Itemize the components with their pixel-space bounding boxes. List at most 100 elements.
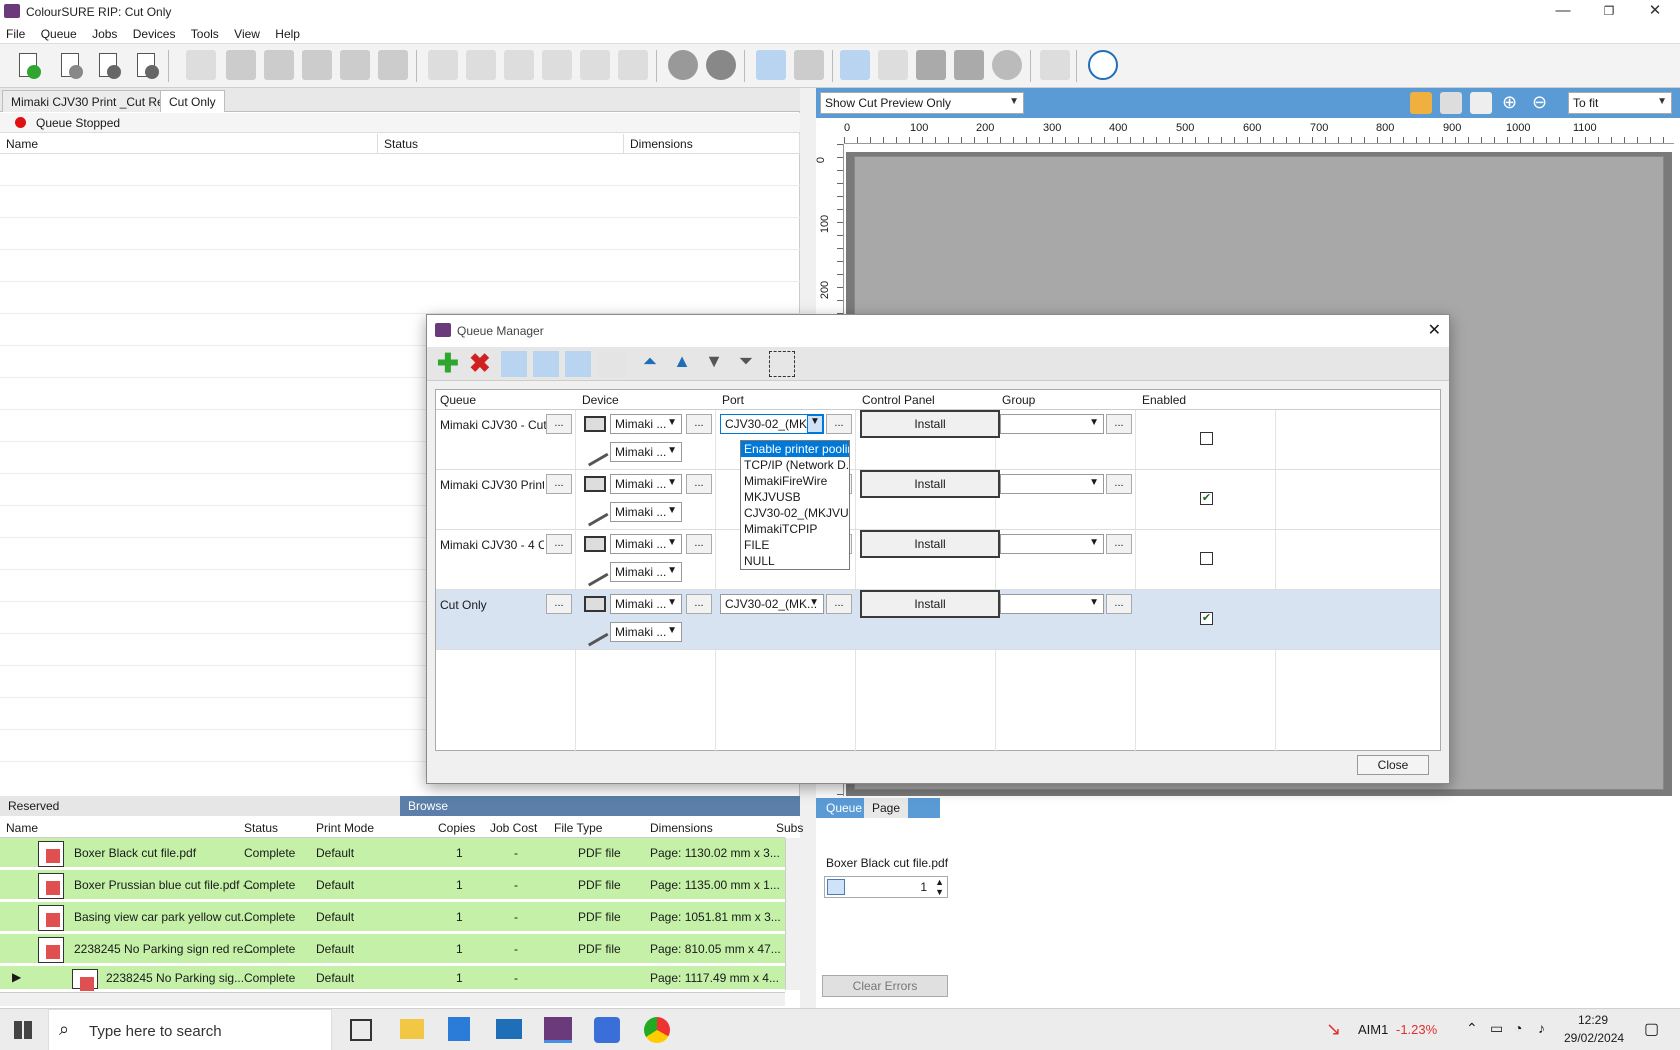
remove-selection-icon[interactable] <box>769 351 795 377</box>
enabled-checkbox[interactable] <box>1200 552 1213 565</box>
close-button[interactable]: Close <box>1357 755 1429 775</box>
group-settings-button[interactable]: ... <box>1106 594 1132 614</box>
enabled-checkbox[interactable] <box>1200 432 1213 445</box>
tab-queue[interactable]: Queue <box>818 798 870 818</box>
column-name[interactable]: Name <box>0 134 378 154</box>
column-queue[interactable]: Queue <box>440 393 476 407</box>
cut-device-select[interactable]: Mimaki ... ▼ <box>610 502 682 522</box>
port-option[interactable]: FILE <box>741 537 849 553</box>
column-dimensions[interactable]: Dimensions <box>624 134 800 154</box>
job-row[interactable]: Boxer Prussian blue cut file.pdf -... Co… <box>0 870 785 900</box>
device-settings-button[interactable]: ... <box>686 534 712 554</box>
group-select[interactable]: ▼ <box>1000 594 1104 614</box>
align-middle-icon[interactable] <box>580 50 610 80</box>
stock-name[interactable]: AIM1 <box>1358 1022 1388 1037</box>
media-icon[interactable] <box>378 50 408 80</box>
align-left-icon[interactable] <box>428 50 458 80</box>
column-enabled[interactable]: Enabled <box>1142 393 1186 407</box>
group-select[interactable]: ▼ <box>1000 414 1104 434</box>
print-cut-icon[interactable] <box>264 50 294 80</box>
copies-stepper[interactable]: 1 ▲ ▼ <box>824 876 948 898</box>
install-button[interactable]: Install <box>860 530 1000 558</box>
queue-settings-button[interactable]: ... <box>546 474 572 494</box>
cost-calculator-icon[interactable] <box>954 50 984 80</box>
pause-job-icon[interactable] <box>130 50 160 80</box>
zoom-in-icon[interactable]: ⊕ <box>1502 92 1524 114</box>
group-select[interactable]: ▼ <box>1000 534 1104 554</box>
colour-palette-icon[interactable] <box>992 50 1022 80</box>
zoom-out-icon[interactable]: ⊖ <box>1532 92 1554 114</box>
queue-properties-icon[interactable] <box>501 351 527 377</box>
port-settings-button[interactable]: ... <box>826 594 852 614</box>
device-settings-button[interactable]: ... <box>686 594 712 614</box>
show-print-icon[interactable] <box>1410 92 1432 114</box>
menu-help[interactable]: Help <box>269 24 306 41</box>
menu-tools[interactable]: Tools <box>185 24 225 41</box>
add-queue-icon[interactable]: ✚ <box>437 350 463 377</box>
align-right-icon[interactable] <box>504 50 534 80</box>
job-row[interactable]: ▶ 2238245 No Parking sig... Complete Def… <box>0 966 785 991</box>
move-down-icon[interactable]: ▼ <box>701 351 727 377</box>
job-row[interactable]: Basing view car park yellow cut... Compl… <box>0 902 785 932</box>
enabled-checkbox[interactable]: ✔ <box>1200 492 1213 505</box>
column-dimensions[interactable]: Dimensions <box>650 821 713 835</box>
menu-view[interactable]: View <box>228 24 266 41</box>
job-list-icon[interactable] <box>878 50 908 80</box>
queue-row[interactable]: Mimaki CJV30 - Cut ... Mimaki ... ▼ ... M… <box>436 410 1440 470</box>
tab-browse[interactable]: Browse <box>400 796 800 816</box>
move-bottom-icon[interactable]: ⏷ <box>733 351 759 377</box>
tab-mimaki-print-cut[interactable]: Mimaki CJV30 Print _Cut Reg <box>2 90 180 112</box>
compass-icon[interactable] <box>1088 50 1118 80</box>
column-port[interactable]: Port <box>722 393 744 407</box>
port-option[interactable]: Enable printer pooling <box>741 441 849 457</box>
task-view-icon[interactable] <box>350 1019 372 1041</box>
column-status[interactable]: Status <box>244 821 278 835</box>
install-button[interactable]: Install <box>860 410 1000 438</box>
dialog-close-icon[interactable]: ✕ <box>1428 320 1441 340</box>
checklist-icon[interactable] <box>599 351 625 377</box>
port-select[interactable]: CJV30-02_(MK... ▼ <box>720 594 824 614</box>
notification-icon[interactable]: ▢ <box>1644 1019 1659 1039</box>
cut-device-select[interactable]: Mimaki ... ▼ <box>610 622 682 642</box>
group-settings-button[interactable]: ... <box>1106 474 1132 494</box>
delete-queue-icon[interactable]: ✖ <box>469 350 495 377</box>
menu-queue[interactable]: Queue <box>35 24 83 41</box>
menu-file[interactable]: File <box>0 24 31 41</box>
plot-icon[interactable] <box>340 50 370 80</box>
job-row[interactable]: 2238245 No Parking sign red re... Comple… <box>0 934 785 964</box>
clear-errors-button[interactable]: Clear Errors <box>822 975 948 997</box>
job-row[interactable]: Boxer Black cut file.pdf Complete Defaul… <box>0 838 785 868</box>
clock-time[interactable]: 12:29 <box>1578 1013 1608 1027</box>
windows-start-icon[interactable] <box>14 1021 32 1039</box>
cut-device-select[interactable]: Mimaki ... ▼ <box>610 562 682 582</box>
align-center-icon[interactable] <box>466 50 496 80</box>
device-settings-button[interactable]: ... <box>686 414 712 434</box>
queue-row[interactable]: Mimaki CJV30 Print _Cut ... Mimaki ...▼ … <box>436 470 1440 530</box>
chrome-icon[interactable] <box>644 1017 670 1043</box>
column-group[interactable]: Group <box>1002 393 1035 407</box>
port-option[interactable]: MKJVUSB <box>741 489 849 505</box>
jobs-horizontal-scrollbar[interactable] <box>0 992 785 1006</box>
print-device-select[interactable]: Mimaki ... ▼ <box>610 414 682 434</box>
move-up-icon[interactable]: ▲ <box>669 351 695 377</box>
printer-setup-icon[interactable] <box>916 50 946 80</box>
install-button[interactable]: Install <box>860 470 1000 498</box>
queue-row[interactable]: Mimaki CJV30 - 4 Colour ... Mimaki ...▼ … <box>436 530 1440 590</box>
move-top-icon[interactable]: ⏶ <box>637 351 663 377</box>
chevron-down-icon[interactable]: ▼ <box>807 415 823 433</box>
restore-button[interactable]: ❐ <box>1586 0 1632 24</box>
column-name[interactable]: Name <box>6 821 38 835</box>
taskbar-search[interactable]: ⌕ Type here to search <box>48 1009 332 1050</box>
column-job-cost[interactable]: Job Cost <box>490 821 537 835</box>
install-button[interactable]: Install <box>860 590 1000 618</box>
column-file-type[interactable]: File Type <box>554 821 602 835</box>
app-taskbar-icon[interactable] <box>594 1017 620 1043</box>
chevron-up-icon[interactable]: ⌃ <box>1466 1020 1478 1037</box>
queue-settings-button[interactable]: ... <box>546 594 572 614</box>
tab-page[interactable]: Page <box>864 798 909 818</box>
colorsure-taskbar-icon[interactable] <box>544 1017 572 1043</box>
print-icon[interactable] <box>226 50 256 80</box>
preview-check-icon[interactable] <box>1040 50 1070 80</box>
column-subs[interactable]: Subs <box>776 821 803 835</box>
cancel-icon[interactable] <box>706 50 736 80</box>
